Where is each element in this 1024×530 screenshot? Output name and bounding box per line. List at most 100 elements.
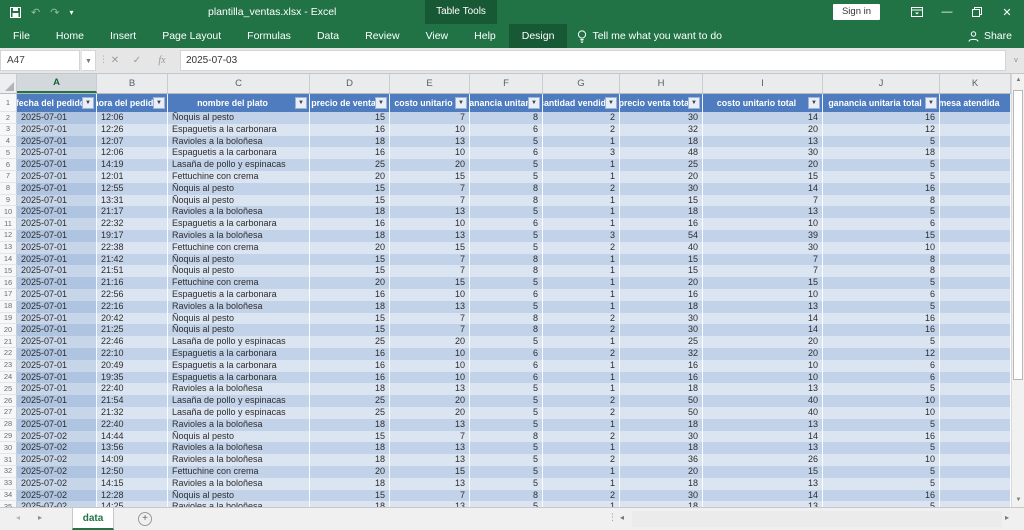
cell[interactable]: 1 bbox=[543, 383, 620, 395]
cell[interactable]: 16 bbox=[823, 324, 940, 336]
cell[interactable]: 30 bbox=[703, 147, 823, 159]
cell[interactable]: 2025-07-01 bbox=[17, 206, 97, 218]
cell[interactable]: 2025-07-02 bbox=[17, 431, 97, 443]
filter-dropdown-icon[interactable]: ▼ bbox=[528, 97, 540, 109]
cell[interactable] bbox=[940, 490, 1011, 502]
cell[interactable]: Lasaña de pollo y espinacas bbox=[168, 407, 310, 419]
cell[interactable]: 16 bbox=[823, 490, 940, 502]
cell[interactable]: 2 bbox=[543, 407, 620, 419]
cell[interactable]: 7 bbox=[390, 490, 470, 502]
filter-dropdown-icon[interactable]: ▼ bbox=[82, 97, 94, 109]
cell[interactable]: 16 bbox=[310, 147, 390, 159]
cell[interactable]: 2025-07-01 bbox=[17, 265, 97, 277]
cell[interactable]: Fettuchine con crema bbox=[168, 277, 310, 289]
confirm-entry-icon[interactable]: ✓ bbox=[128, 50, 146, 71]
row-number[interactable]: 22 bbox=[0, 348, 17, 360]
cell[interactable]: 2 bbox=[543, 124, 620, 136]
cell[interactable]: 2025-07-01 bbox=[17, 336, 97, 348]
cell[interactable]: 8 bbox=[823, 254, 940, 266]
cell[interactable]: Ñoquis al pesto bbox=[168, 195, 310, 207]
save-icon[interactable] bbox=[10, 7, 21, 18]
cell[interactable]: Espaguetis a la carbonara bbox=[168, 348, 310, 360]
cell[interactable]: 10 bbox=[823, 395, 940, 407]
cell[interactable]: Lasaña de pollo y espinacas bbox=[168, 159, 310, 171]
cell[interactable]: 16 bbox=[823, 313, 940, 325]
cell[interactable] bbox=[940, 171, 1011, 183]
ribbon-tab-page-layout[interactable]: Page Layout bbox=[149, 24, 234, 48]
next-sheet-icon[interactable]: ▸ bbox=[38, 513, 42, 522]
cell[interactable]: Lasaña de pollo y espinacas bbox=[168, 336, 310, 348]
name-box[interactable]: A47 bbox=[0, 50, 80, 71]
cell[interactable]: 5 bbox=[823, 478, 940, 490]
cell[interactable]: 2025-07-01 bbox=[17, 112, 97, 124]
row-number[interactable]: 15 bbox=[0, 265, 17, 277]
cell[interactable]: 7 bbox=[390, 313, 470, 325]
cell[interactable]: Ñoquis al pesto bbox=[168, 265, 310, 277]
row-number[interactable]: 17 bbox=[0, 289, 17, 301]
cell[interactable]: 2025-07-01 bbox=[17, 183, 97, 195]
cell[interactable]: 7 bbox=[390, 112, 470, 124]
cell[interactable]: 2025-07-01 bbox=[17, 242, 97, 254]
cell[interactable]: 2025-07-02 bbox=[17, 442, 97, 454]
cell[interactable]: 25 bbox=[310, 159, 390, 171]
cell[interactable]: 15 bbox=[310, 490, 390, 502]
cell[interactable]: 12:50 bbox=[97, 466, 168, 478]
cell[interactable]: 13 bbox=[390, 136, 470, 148]
cell[interactable]: 5 bbox=[470, 383, 543, 395]
cell[interactable]: 2025-07-02 bbox=[17, 466, 97, 478]
cell[interactable] bbox=[940, 383, 1011, 395]
cell[interactable]: 5 bbox=[823, 136, 940, 148]
ribbon-tab-review[interactable]: Review bbox=[352, 24, 412, 48]
cell[interactable] bbox=[940, 218, 1011, 230]
cell[interactable]: 13 bbox=[390, 206, 470, 218]
cell[interactable]: 5 bbox=[470, 454, 543, 466]
cell[interactable]: 8 bbox=[470, 431, 543, 443]
cell[interactable]: 5 bbox=[470, 407, 543, 419]
tell-me-box[interactable]: Tell me what you want to do bbox=[567, 24, 732, 48]
cell[interactable]: 15 bbox=[310, 265, 390, 277]
cell[interactable]: 20 bbox=[703, 124, 823, 136]
cell[interactable]: 18 bbox=[310, 478, 390, 490]
cell[interactable]: 5 bbox=[823, 206, 940, 218]
cell[interactable]: 20 bbox=[310, 242, 390, 254]
cell[interactable]: 1 bbox=[543, 289, 620, 301]
cell[interactable]: 7 bbox=[390, 183, 470, 195]
column-header-F[interactable]: F bbox=[470, 74, 543, 93]
cell[interactable]: 36 bbox=[620, 454, 703, 466]
cell[interactable]: 1 bbox=[543, 171, 620, 183]
cell[interactable]: 2025-07-02 bbox=[17, 478, 97, 490]
cell[interactable]: 15 bbox=[310, 183, 390, 195]
cell[interactable]: 8 bbox=[823, 265, 940, 277]
cell[interactable]: Ravioles a la boloñesa bbox=[168, 230, 310, 242]
cell[interactable]: 15 bbox=[310, 254, 390, 266]
cell[interactable]: 8 bbox=[470, 313, 543, 325]
cell[interactable]: 13 bbox=[703, 442, 823, 454]
cell[interactable]: 30 bbox=[620, 313, 703, 325]
cell[interactable]: 15 bbox=[390, 466, 470, 478]
cell[interactable]: 18 bbox=[310, 230, 390, 242]
cell[interactable]: 6 bbox=[470, 348, 543, 360]
cell[interactable]: 10 bbox=[390, 218, 470, 230]
prev-sheet-icon[interactable]: ◂ bbox=[16, 513, 20, 522]
cell[interactable]: 5 bbox=[823, 301, 940, 313]
cell[interactable]: 19:17 bbox=[97, 230, 168, 242]
cell[interactable]: 1 bbox=[543, 442, 620, 454]
row-number[interactable]: 30 bbox=[0, 442, 17, 454]
cell[interactable]: 10 bbox=[703, 372, 823, 384]
table-header-cell[interactable]: mesa atendida bbox=[940, 94, 1011, 112]
cell[interactable]: 22:32 bbox=[97, 218, 168, 230]
cell[interactable]: 16 bbox=[310, 289, 390, 301]
cell[interactable] bbox=[940, 372, 1011, 384]
cell[interactable]: Ñoquis al pesto bbox=[168, 112, 310, 124]
cell[interactable]: 18 bbox=[620, 301, 703, 313]
cell[interactable] bbox=[940, 254, 1011, 266]
cell[interactable]: 2025-07-01 bbox=[17, 171, 97, 183]
cell[interactable]: 5 bbox=[823, 442, 940, 454]
cell[interactable]: 13 bbox=[703, 301, 823, 313]
row-number[interactable]: 12 bbox=[0, 230, 17, 242]
scroll-up-icon[interactable]: ▲ bbox=[1012, 74, 1024, 87]
cell[interactable]: 20 bbox=[390, 395, 470, 407]
row-number[interactable]: 31 bbox=[0, 454, 17, 466]
cell[interactable]: Espaguetis a la carbonara bbox=[168, 372, 310, 384]
cell[interactable] bbox=[940, 230, 1011, 242]
